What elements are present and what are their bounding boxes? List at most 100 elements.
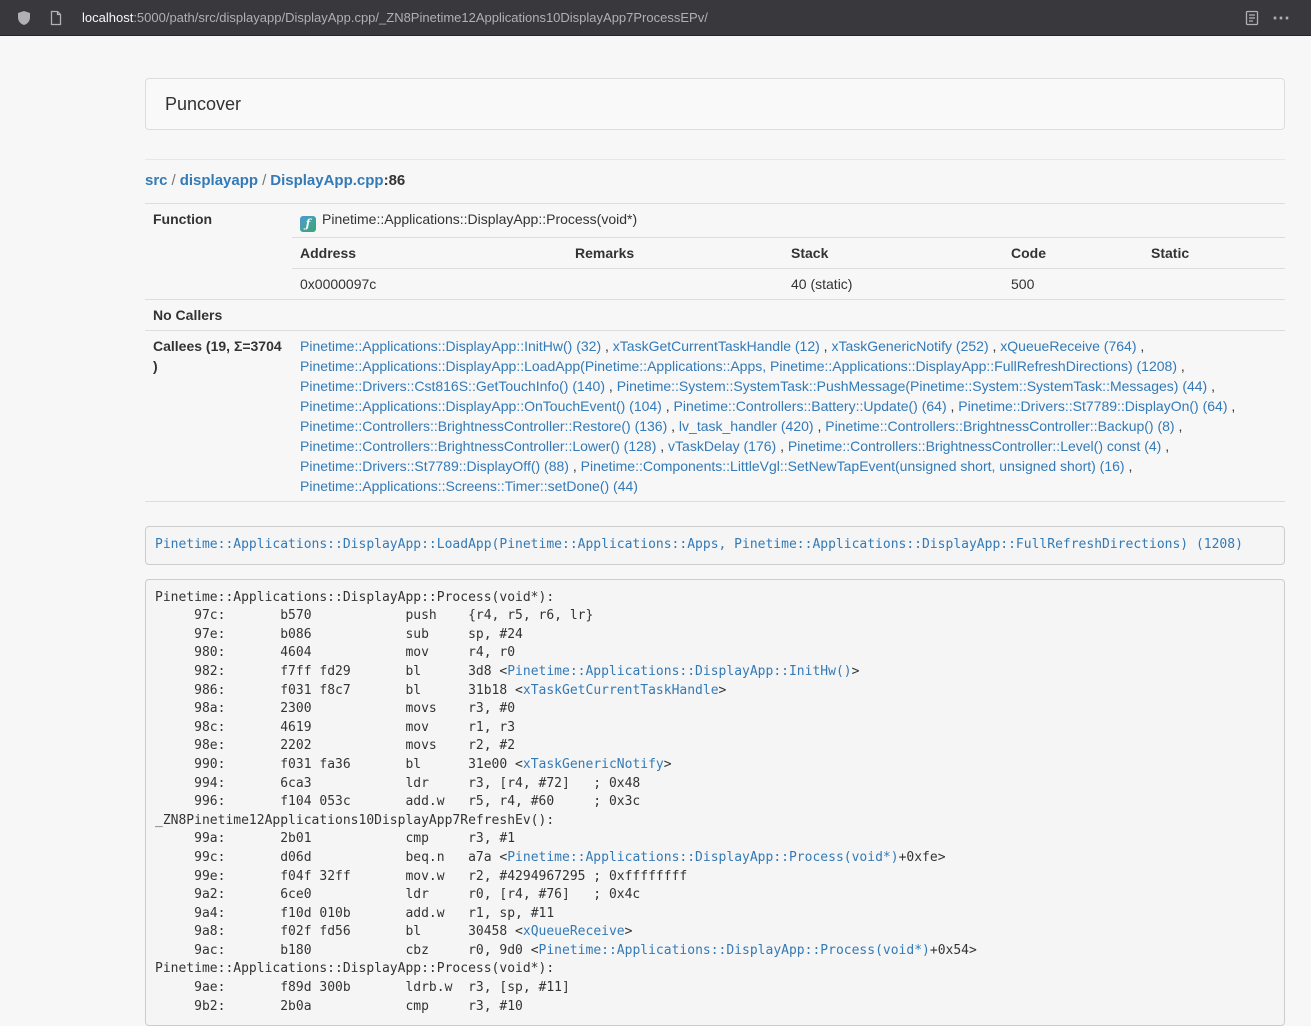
disasm-line: 99c: d06d beq.n a7a <Pinetime::Applicati… bbox=[155, 850, 946, 865]
reader-view-icon[interactable] bbox=[1240, 6, 1264, 30]
callee-separator: , bbox=[1125, 458, 1133, 474]
disasm-line: 97e: b086 sub sp, #24 bbox=[155, 627, 523, 642]
disasm-line: 9a8: f02f fd56 bl 30458 <xQueueReceive> bbox=[155, 924, 632, 939]
function-icon: ƒ bbox=[300, 216, 316, 232]
function-row: Function ƒPinetime::Applications::Displa… bbox=[145, 204, 1285, 238]
callee-link[interactable]: lv_task_handler (420) bbox=[679, 418, 814, 434]
callee-link[interactable]: Pinetime::Controllers::BrightnessControl… bbox=[300, 418, 667, 434]
cell-static bbox=[1143, 269, 1285, 300]
callee-link[interactable]: Pinetime::Applications::Screens::Timer::… bbox=[300, 478, 638, 494]
col-header-stack: Stack bbox=[783, 238, 1003, 269]
breadcrumb-separator: / bbox=[262, 172, 266, 189]
cell-remarks bbox=[567, 269, 783, 300]
disassembly-pre: Pinetime::Applications::DisplayApp::Proc… bbox=[145, 579, 1285, 1026]
disasm-line: 9b2: 2b0a cmp r3, #10 bbox=[155, 999, 523, 1014]
disasm-symbol-link[interactable]: xTaskGetCurrentTaskHandle bbox=[523, 683, 719, 698]
detail-value-row: 0x0000097c 40 (static) 500 bbox=[145, 269, 1285, 300]
breadcrumb-item-displayapp[interactable]: displayapp bbox=[180, 172, 258, 189]
no-callers-cell bbox=[292, 300, 1285, 331]
breadcrumb-line-number: :86 bbox=[384, 172, 406, 189]
function-symbol-cell: ƒ Pinetime::Applications::DisplayApp::Pro… bbox=[292, 204, 1285, 238]
callee-separator: , bbox=[1136, 338, 1144, 354]
address-bar[interactable]: localhost:5000/path/src/displayapp/Displ… bbox=[82, 10, 1226, 25]
callee-separator: , bbox=[947, 398, 959, 414]
callee-link[interactable]: xQueueReceive (764) bbox=[1000, 338, 1136, 354]
cell-stack: 40 (static) bbox=[783, 269, 1003, 300]
callees-row: Callees (19, Σ=3704 ) Pinetime::Applicat… bbox=[145, 331, 1285, 502]
callee-separator: , bbox=[656, 438, 668, 454]
function-symbol-name: Pinetime::Applications::DisplayApp::Proc… bbox=[322, 211, 637, 227]
callee-separator: , bbox=[569, 458, 581, 474]
no-callers-row: No Callers bbox=[145, 300, 1285, 331]
callee-link[interactable]: vTaskDelay (176) bbox=[668, 438, 776, 454]
disasm-line: 986: f031 f8c7 bl 31b18 <xTaskGetCurrent… bbox=[155, 683, 726, 698]
symbol-table: Function ƒPinetime::Applications::Displa… bbox=[145, 203, 1285, 502]
disasm-line: 9ae: f89d 300b ldrb.w r3, [sp, #11] bbox=[155, 980, 570, 995]
callee-separator: , bbox=[1177, 358, 1185, 374]
callee-link[interactable]: Pinetime::Drivers::St7789::DisplayOff() … bbox=[300, 458, 569, 474]
callees-label: Callees (19, Σ=3704 ) bbox=[145, 331, 292, 502]
breadcrumb-item-file[interactable]: DisplayApp.cpp bbox=[270, 172, 383, 189]
page-title: Puncover bbox=[165, 94, 241, 114]
callee-link[interactable]: Pinetime::Applications::DisplayApp::Init… bbox=[300, 338, 601, 354]
disasm-line: 994: 6ca3 ldr r3, [r4, #72] ; 0x48 bbox=[155, 776, 640, 791]
cell-code: 500 bbox=[1003, 269, 1143, 300]
callee-link[interactable]: xTaskGenericNotify (252) bbox=[831, 338, 988, 354]
callee-separator: , bbox=[1175, 418, 1183, 434]
callee-separator: , bbox=[989, 338, 1001, 354]
disasm-line: 980: 4604 mov r4, r0 bbox=[155, 645, 515, 660]
callee-link[interactable]: Pinetime::Drivers::Cst816S::GetTouchInfo… bbox=[300, 378, 605, 394]
col-header-remarks: Remarks bbox=[567, 238, 783, 269]
disasm-line: Pinetime::Applications::DisplayApp::Proc… bbox=[155, 961, 554, 976]
main-content: Puncover src/displayapp/DisplayApp.cpp:8… bbox=[145, 78, 1285, 1026]
col-header-address: Address bbox=[292, 238, 567, 269]
disasm-symbol-link[interactable]: Pinetime::Applications::DisplayApp::Init… bbox=[507, 664, 851, 679]
url-path: :5000/path/src/displayapp/DisplayApp.cpp… bbox=[133, 10, 708, 25]
callee-link[interactable]: xTaskGetCurrentTaskHandle (12) bbox=[613, 338, 820, 354]
callee-link[interactable]: Pinetime::Controllers::BrightnessControl… bbox=[300, 438, 656, 454]
callee-separator: , bbox=[601, 338, 613, 354]
callee-link[interactable]: Pinetime::Applications::DisplayApp::OnTo… bbox=[300, 398, 662, 414]
shield-icon[interactable] bbox=[12, 6, 36, 30]
callee-separator: , bbox=[776, 438, 788, 454]
callee-link[interactable]: Pinetime::Applications::DisplayApp::Load… bbox=[300, 358, 1177, 374]
disasm-line: 99a: 2b01 cmp r3, #1 bbox=[155, 831, 515, 846]
callee-separator: , bbox=[1228, 398, 1236, 414]
disasm-line: 990: f031 fa36 bl 31e00 <xTaskGenericNot… bbox=[155, 757, 672, 772]
no-callers-label: No Callers bbox=[145, 300, 292, 331]
overflow-menu-icon[interactable]: ⋯ bbox=[1264, 7, 1299, 29]
callee-link[interactable]: Pinetime::System::SystemTask::PushMessag… bbox=[617, 378, 1208, 394]
disasm-line: 99e: f04f 32ff mov.w r2, #4294967295 ; 0… bbox=[155, 869, 687, 884]
callee-separator: , bbox=[667, 418, 679, 434]
disasm-line: Pinetime::Applications::DisplayApp::Proc… bbox=[155, 590, 554, 605]
breadcrumb-item-src[interactable]: src bbox=[145, 172, 168, 189]
callee-link[interactable]: Pinetime::Controllers::Battery::Update()… bbox=[674, 398, 947, 414]
cell-address: 0x0000097c bbox=[292, 269, 567, 300]
breadcrumb-separator: / bbox=[172, 172, 176, 189]
callee-link[interactable]: Pinetime::Controllers::BrightnessControl… bbox=[788, 438, 1161, 454]
function-row-label: Function bbox=[145, 204, 292, 300]
disasm-symbol-link[interactable]: xQueueReceive bbox=[523, 924, 625, 939]
disasm-symbol-link[interactable]: Pinetime::Applications::DisplayApp::Proc… bbox=[507, 850, 898, 865]
callee-link[interactable]: Pinetime::Drivers::St7789::DisplayOn() (… bbox=[958, 398, 1227, 414]
callee-link[interactable]: Pinetime::Controllers::BrightnessControl… bbox=[825, 418, 1174, 434]
page-icon[interactable] bbox=[44, 6, 68, 30]
disasm-line: 982: f7ff fd29 bl 3d8 <Pinetime::Applica… bbox=[155, 664, 859, 679]
callee-separator: , bbox=[1207, 378, 1215, 394]
snippet-box: Pinetime::Applications::DisplayApp::Load… bbox=[145, 526, 1285, 565]
callee-link[interactable]: Pinetime::Components::LittleVgl::SetNewT… bbox=[581, 458, 1125, 474]
disasm-line: 9ac: b180 cbz r0, 9d0 <Pinetime::Applica… bbox=[155, 943, 977, 958]
detail-header-row: Address Remarks Stack Code Static bbox=[145, 238, 1285, 269]
browser-chrome: localhost:5000/path/src/displayapp/Displ… bbox=[0, 0, 1311, 36]
disasm-symbol-link[interactable]: Pinetime::Applications::DisplayApp::Proc… bbox=[539, 943, 930, 958]
callee-separator: , bbox=[605, 378, 617, 394]
snippet-link[interactable]: Pinetime::Applications::DisplayApp::Load… bbox=[155, 537, 1243, 552]
divider bbox=[145, 159, 1285, 160]
disasm-line: 9a2: 6ce0 ldr r0, [r4, #76] ; 0x4c bbox=[155, 887, 640, 902]
disasm-symbol-link[interactable]: xTaskGenericNotify bbox=[523, 757, 664, 772]
callee-separator: , bbox=[814, 418, 826, 434]
breadcrumb: src/displayapp/DisplayApp.cpp:86 bbox=[145, 172, 1285, 189]
callees-list: Pinetime::Applications::DisplayApp::Init… bbox=[300, 336, 1277, 496]
disasm-line: _ZN8Pinetime12Applications10DisplayApp7R… bbox=[155, 813, 554, 828]
col-header-static: Static bbox=[1143, 238, 1285, 269]
